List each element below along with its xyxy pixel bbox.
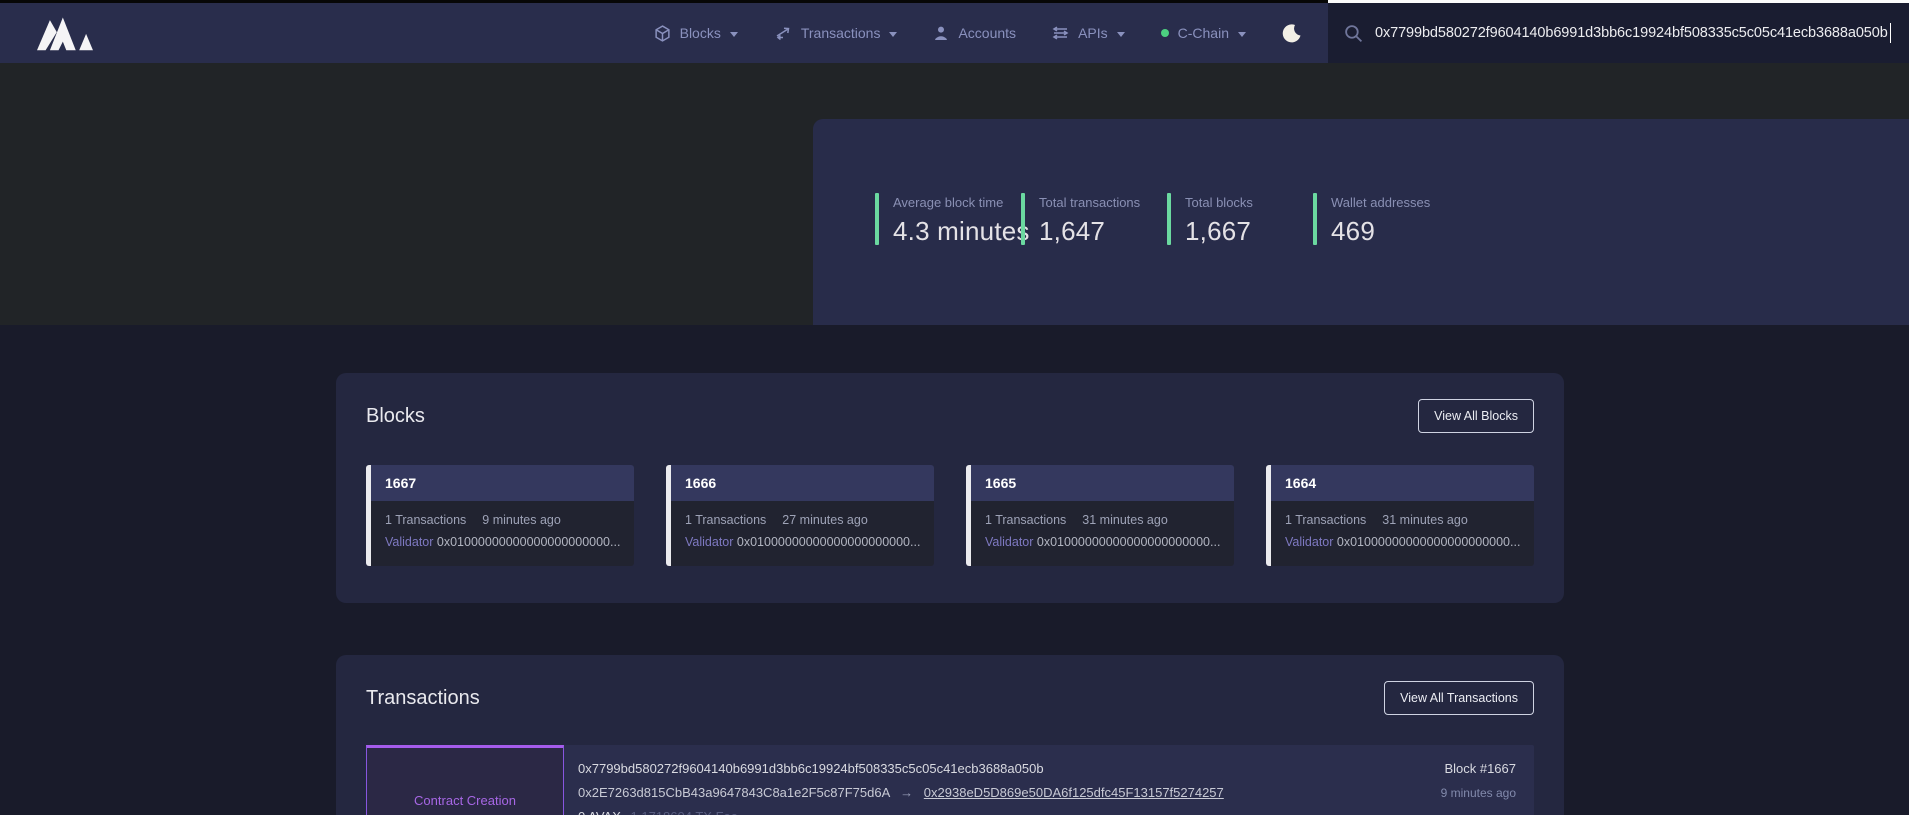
block-card-body: 1 Transactions 31 minutes ago Validator …	[1271, 501, 1534, 566]
dark-mode-toggle[interactable]	[1282, 23, 1302, 43]
stat-total-transactions: Total transactions 1,647	[1021, 193, 1167, 247]
from-address[interactable]: 0x2E7263d815CbB43a9647843C8a1e2F5c87F75d…	[578, 785, 890, 800]
block-number[interactable]: 1665	[971, 465, 1234, 501]
chevron-down-icon	[730, 32, 738, 37]
nav-item-transactions[interactable]: Transactions	[774, 25, 898, 41]
blocks-title: Blocks	[366, 405, 425, 428]
block-age: 9 minutes ago	[482, 513, 561, 527]
stat-value: 1,667	[1185, 216, 1253, 247]
swap-arrows-icon	[774, 25, 792, 41]
search-bar[interactable]: 0x7799bd580272f9604140b6991d3bb6c19924bf…	[1328, 0, 1909, 63]
block-age: 27 minutes ago	[782, 513, 867, 527]
chevron-down-icon	[889, 32, 897, 37]
cube-icon	[654, 25, 671, 42]
block-tx-count: 1 Transactions	[385, 513, 466, 527]
stat-accent-bar	[1021, 193, 1025, 245]
arrow-right-icon: →	[900, 785, 913, 800]
validator-address[interactable]: 0x01000000000000000000000...	[737, 535, 921, 549]
avalanche-logo[interactable]	[37, 14, 99, 52]
stat-accent-bar	[1313, 193, 1317, 245]
stat-wallet-addresses: Wallet addresses 469	[1313, 193, 1459, 247]
green-status-dot-icon	[1161, 29, 1169, 37]
block-card[interactable]: 1667 1 Transactions 9 minutes ago Valida…	[366, 465, 634, 566]
validator-address[interactable]: 0x01000000000000000000000...	[1037, 535, 1221, 549]
block-age: 31 minutes ago	[1382, 513, 1467, 527]
block-card-body: 1 Transactions 31 minutes ago Validator …	[971, 501, 1234, 566]
stat-label: Average block time	[893, 195, 1030, 210]
validator-label: Validator	[1285, 535, 1333, 549]
block-cards-row: 1667 1 Transactions 9 minutes ago Valida…	[366, 465, 1534, 566]
nav-item-apis[interactable]: APIs	[1052, 25, 1125, 41]
nav-item-accounts[interactable]: Accounts	[933, 25, 1016, 41]
sliders-icon	[1052, 25, 1069, 41]
stat-label: Total transactions	[1039, 195, 1140, 210]
transaction-row[interactable]: Contract Creation Success 0x7799bd580272…	[366, 745, 1534, 815]
blocks-panel-header: Blocks View All Blocks	[366, 399, 1534, 433]
block-number[interactable]: 1667	[371, 465, 634, 501]
block-card-body: 1 Transactions 9 minutes ago Validator 0…	[371, 501, 634, 566]
transaction-type-badge: Contract Creation Success	[366, 745, 564, 815]
person-icon	[933, 25, 949, 41]
to-address-link[interactable]: 0x2938eD5D869e50DA6f125dfc45F13157f52742…	[924, 785, 1224, 800]
transactions-panel: Transactions View All Transactions Contr…	[336, 655, 1564, 815]
block-number[interactable]: 1664	[1271, 465, 1534, 501]
nav-item-blocks[interactable]: Blocks	[654, 25, 738, 42]
stat-value: 4.3 minutes	[893, 216, 1030, 247]
transaction-hash[interactable]: 0x7799bd580272f9604140b6991d3bb6c19924bf…	[578, 761, 1044, 776]
stat-average-block-time: Average block time 4.3 minutes	[875, 193, 1021, 247]
view-all-blocks-button[interactable]: View All Blocks	[1418, 399, 1534, 433]
chain-selector-label: C-Chain	[1178, 25, 1229, 41]
transaction-block-link[interactable]: Block #1667	[1362, 761, 1516, 776]
transaction-meta: Block #1667 9 minutes ago	[1362, 745, 1534, 815]
block-number[interactable]: 1666	[671, 465, 934, 501]
block-card[interactable]: 1664 1 Transactions 31 minutes ago Valid…	[1266, 465, 1534, 566]
block-card[interactable]: 1666 1 Transactions 27 minutes ago Valid…	[666, 465, 934, 566]
validator-label: Validator	[385, 535, 433, 549]
search-icon	[1344, 24, 1363, 43]
nav-menu: Blocks Transactions Accounts A	[654, 23, 1302, 43]
transactions-title: Transactions	[366, 687, 480, 710]
chevron-down-icon	[1238, 32, 1246, 37]
top-navbar: Blocks Transactions Accounts A	[0, 0, 1909, 63]
moon-icon	[1282, 23, 1302, 43]
stat-total-blocks: Total blocks 1,667	[1167, 193, 1313, 247]
transactions-panel-header: Transactions View All Transactions	[366, 681, 1534, 715]
stats-row: Average block time 4.3 minutes Total tra…	[875, 193, 1459, 247]
blocks-panel: Blocks View All Blocks 1667 1 Transactio…	[336, 373, 1564, 603]
stat-label: Wallet addresses	[1331, 195, 1430, 210]
validator-address[interactable]: 0x01000000000000000000000...	[437, 535, 621, 549]
stat-accent-bar	[875, 193, 879, 245]
stat-accent-bar	[1167, 193, 1171, 245]
transaction-fee: 1.1718604 TX Fee	[631, 809, 738, 815]
chain-selector[interactable]: C-Chain	[1161, 25, 1246, 41]
stats-panel: Average block time 4.3 minutes Total tra…	[813, 119, 1909, 325]
block-tx-count: 1 Transactions	[985, 513, 1066, 527]
view-all-transactions-button[interactable]: View All Transactions	[1384, 681, 1534, 715]
search-input[interactable]: 0x7799bd580272f9604140b6991d3bb6c19924bf…	[1375, 25, 1888, 41]
block-card-body: 1 Transactions 27 minutes ago Validator …	[671, 501, 934, 566]
nav-item-label: Transactions	[801, 25, 881, 41]
transaction-amount: 0 AVAX	[578, 809, 621, 815]
transaction-age: 9 minutes ago	[1362, 786, 1516, 800]
transaction-type: Contract Creation	[414, 793, 516, 808]
stat-label: Total blocks	[1185, 195, 1253, 210]
main-content: Blocks View All Blocks 1667 1 Transactio…	[0, 325, 1909, 815]
validator-label: Validator	[985, 535, 1033, 549]
block-age: 31 minutes ago	[1082, 513, 1167, 527]
validator-label: Validator	[685, 535, 733, 549]
chevron-down-icon	[1117, 32, 1125, 37]
block-card[interactable]: 1665 1 Transactions 31 minutes ago Valid…	[966, 465, 1234, 566]
nav-item-label: APIs	[1078, 25, 1108, 41]
validator-address[interactable]: 0x01000000000000000000000...	[1337, 535, 1521, 549]
stat-value: 469	[1331, 216, 1430, 247]
nav-item-label: Blocks	[680, 25, 721, 41]
block-tx-count: 1 Transactions	[685, 513, 766, 527]
nav-item-label: Accounts	[958, 25, 1016, 41]
avalanche-logo-icon	[37, 14, 99, 52]
stat-value: 1,647	[1039, 216, 1140, 247]
transaction-details: 0x7799bd580272f9604140b6991d3bb6c19924bf…	[564, 745, 1362, 815]
text-caret	[1890, 23, 1892, 43]
hero-section: Average block time 4.3 minutes Total tra…	[0, 63, 1909, 325]
block-tx-count: 1 Transactions	[1285, 513, 1366, 527]
